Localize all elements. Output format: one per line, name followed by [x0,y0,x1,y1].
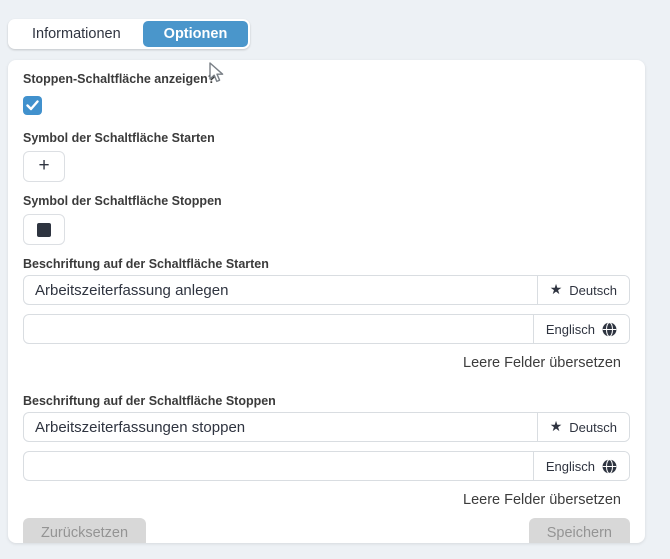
stop-icon-label: Symbol der Schaltfläche Stoppen [23,194,630,209]
english-language-addon: Englisch [533,315,629,343]
language-label: Deutsch [569,283,617,298]
language-label: Deutsch [569,420,617,435]
stop-translate-row: Leere Felder übersetzen [23,491,630,509]
show-stop-button-label: Stoppen-Schaltfläche anzeigen? [23,72,630,87]
start-icon-button[interactable]: + [23,151,65,182]
start-caption-label: Beschriftung auf der Schaltfläche Starte… [23,257,630,272]
language-label: Englisch [546,459,595,474]
star-icon: ★ [550,282,563,296]
german-language-addon: ★ Deutsch [537,276,629,304]
checkmark-icon [26,100,39,111]
translate-empty-fields-link-start[interactable]: Leere Felder übersetzen [463,355,621,372]
star-icon: ★ [550,419,563,433]
stop-caption-german-group: ★ Deutsch [23,412,630,442]
german-language-addon: ★ Deutsch [537,413,629,441]
stop-icon-button[interactable] [23,214,65,245]
footer-actions: Zurücksetzen Speichern [23,518,630,543]
globe-icon [602,322,617,337]
tab-optionen[interactable]: Optionen [143,21,249,47]
stop-caption-german-input[interactable] [24,413,537,441]
show-stop-button-checkbox[interactable] [23,96,42,115]
start-translate-row: Leere Felder übersetzen [23,354,630,372]
start-caption-german-input[interactable] [24,276,537,304]
start-caption-english-input[interactable] [24,315,533,343]
stop-caption-label: Beschriftung auf der Schaltfläche Stoppe… [23,394,630,409]
save-button[interactable]: Speichern [529,518,630,543]
reset-button[interactable]: Zurücksetzen [23,518,146,543]
start-caption-english-group: Englisch [23,314,630,344]
stop-caption-english-input[interactable] [24,452,533,480]
language-label: Englisch [546,322,595,337]
stop-caption-english-group: Englisch [23,451,630,481]
options-panel: Stoppen-Schaltfläche anzeigen? Symbol de… [8,60,645,543]
plus-icon: + [38,156,49,175]
start-icon-label: Symbol der Schaltfläche Starten [23,131,630,146]
globe-icon [602,459,617,474]
stop-square-icon [37,223,51,237]
tab-bar: Informationen Optionen [8,19,250,49]
start-caption-german-group: ★ Deutsch [23,275,630,305]
translate-empty-fields-link-stop[interactable]: Leere Felder übersetzen [463,492,621,509]
english-language-addon: Englisch [533,452,629,480]
tab-informationen[interactable]: Informationen [10,21,143,47]
